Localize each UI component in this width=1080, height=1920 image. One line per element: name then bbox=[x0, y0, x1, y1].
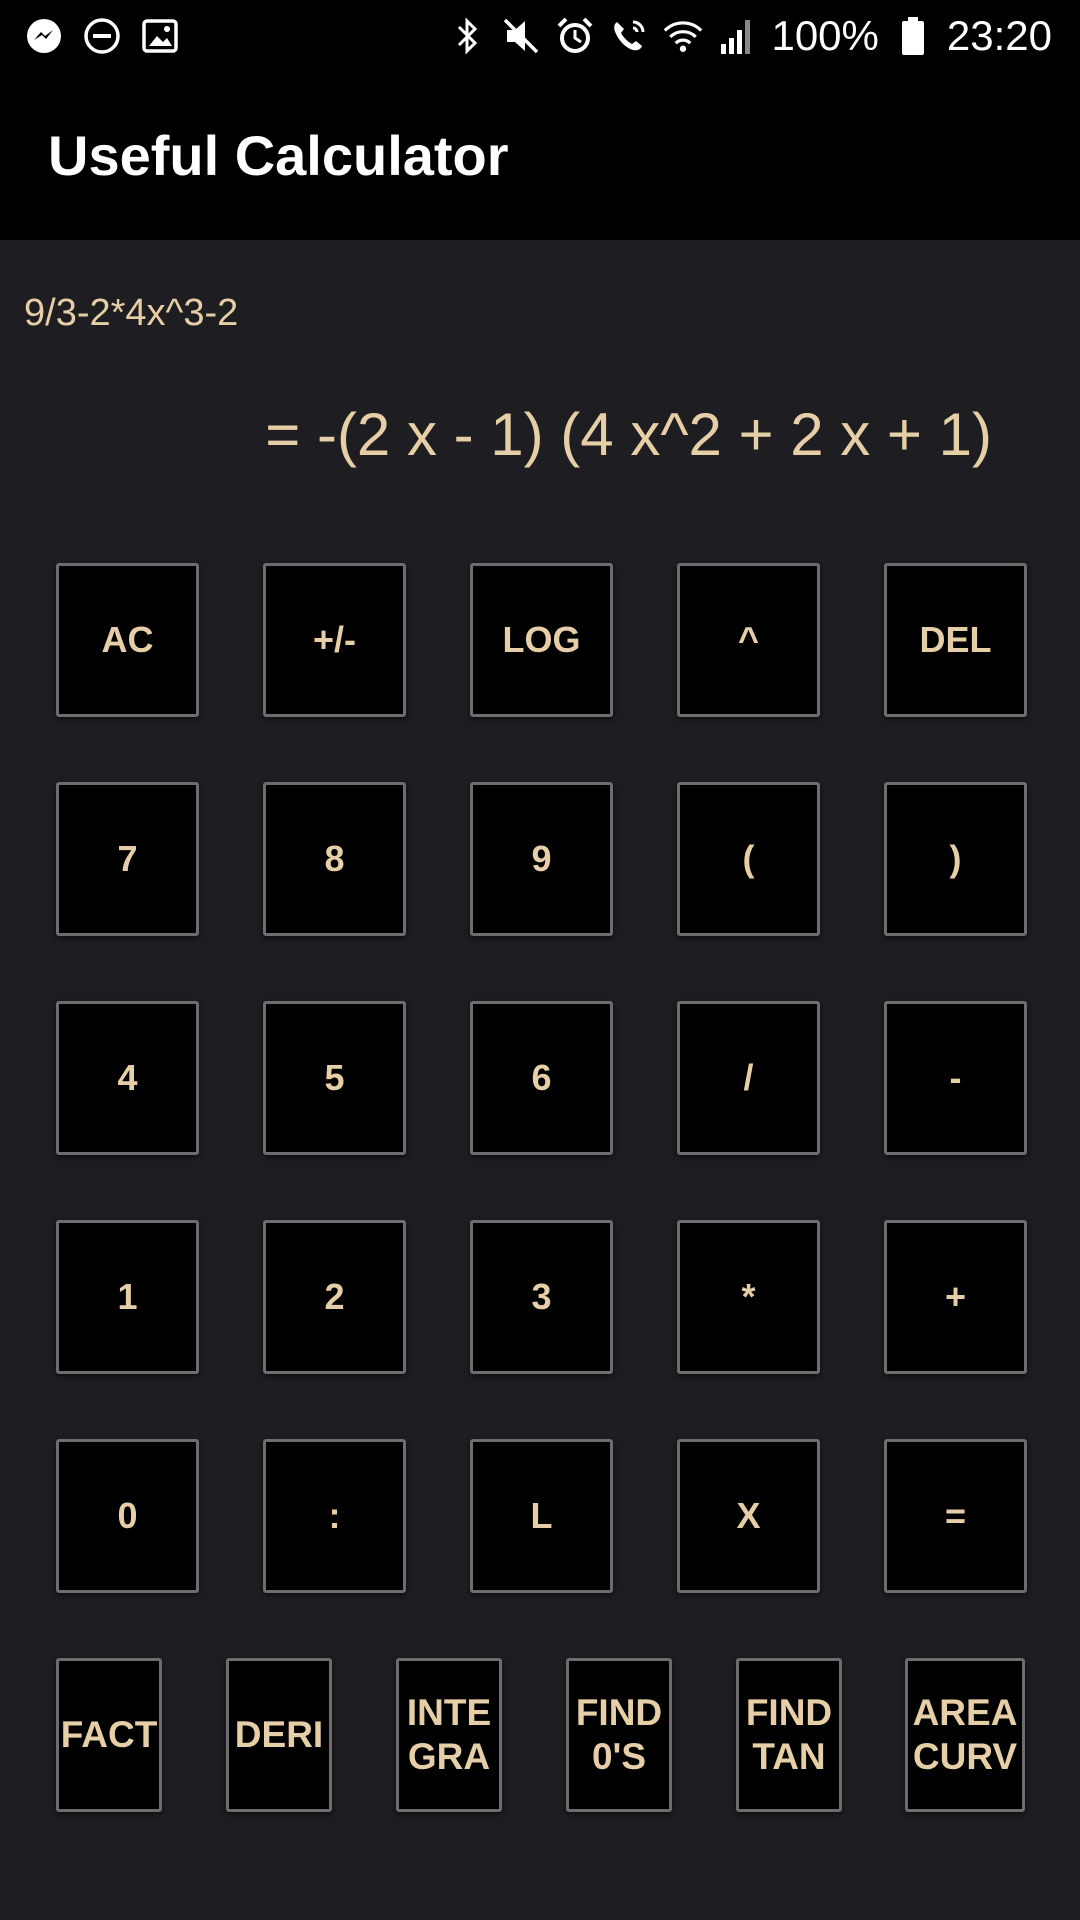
key-6[interactable]: 6 bbox=[470, 1001, 613, 1155]
key-log[interactable]: LOG bbox=[470, 563, 613, 717]
key-derivative[interactable]: DERI bbox=[226, 1658, 332, 1812]
key-divide[interactable]: / bbox=[677, 1001, 820, 1155]
key-4[interactable]: 4 bbox=[56, 1001, 199, 1155]
signal-icon bbox=[717, 16, 757, 56]
battery-icon bbox=[893, 16, 933, 56]
wifi-calling-icon bbox=[609, 16, 649, 56]
key-x[interactable]: X bbox=[677, 1439, 820, 1593]
mute-icon bbox=[501, 16, 541, 56]
key-2[interactable]: 2 bbox=[263, 1220, 406, 1374]
calculator-body: 9/3-2*4x^3-2 = -(2 x - 1) (4 x^2 + 2 x +… bbox=[0, 240, 1080, 1920]
key-plus-minus[interactable]: +/- bbox=[263, 563, 406, 717]
key-open-paren[interactable]: ( bbox=[677, 782, 820, 936]
key-find-tangent[interactable]: FIND TAN bbox=[736, 1658, 842, 1812]
key-3[interactable]: 3 bbox=[470, 1220, 613, 1374]
key-1[interactable]: 1 bbox=[56, 1220, 199, 1374]
gallery-icon bbox=[140, 16, 180, 56]
status-bar: 100% 23:20 bbox=[0, 0, 1080, 75]
key-5[interactable]: 5 bbox=[263, 1001, 406, 1155]
key-plus[interactable]: + bbox=[884, 1220, 1027, 1374]
clock: 23:20 bbox=[946, 12, 1052, 59]
key-find-zeros[interactable]: FIND 0'S bbox=[566, 1658, 672, 1812]
key-integral[interactable]: INTE GRA bbox=[396, 1658, 502, 1812]
key-minus[interactable]: - bbox=[884, 1001, 1027, 1155]
key-multiply[interactable]: * bbox=[677, 1220, 820, 1374]
key-0[interactable]: 0 bbox=[56, 1439, 199, 1593]
app-bar: Useful Calculator bbox=[0, 75, 1080, 240]
key-ac[interactable]: AC bbox=[56, 563, 199, 717]
key-power[interactable]: ^ bbox=[677, 563, 820, 717]
expression-display: 9/3-2*4x^3-2 bbox=[24, 292, 239, 334]
bluetooth-icon bbox=[447, 16, 487, 56]
key-9[interactable]: 9 bbox=[470, 782, 613, 936]
battery-percentage: 100% bbox=[771, 12, 879, 59]
key-close-paren[interactable]: ) bbox=[884, 782, 1027, 936]
result-display: = -(2 x - 1) (4 x^2 + 2 x + 1) bbox=[265, 401, 992, 468]
key-l[interactable]: L bbox=[470, 1439, 613, 1593]
key-7[interactable]: 7 bbox=[56, 782, 199, 936]
key-delete[interactable]: DEL bbox=[884, 563, 1027, 717]
wifi-icon bbox=[663, 16, 703, 56]
app-title: Useful Calculator bbox=[48, 124, 509, 187]
key-equals[interactable]: = bbox=[884, 1439, 1027, 1593]
messenger-icon bbox=[24, 16, 64, 56]
key-factorial[interactable]: FACT bbox=[56, 1658, 162, 1812]
key-8[interactable]: 8 bbox=[263, 782, 406, 936]
key-colon[interactable]: : bbox=[263, 1439, 406, 1593]
alarm-icon bbox=[555, 16, 595, 56]
key-area-curve[interactable]: AREA CURV bbox=[905, 1658, 1025, 1812]
do-not-disturb-icon bbox=[82, 16, 122, 56]
